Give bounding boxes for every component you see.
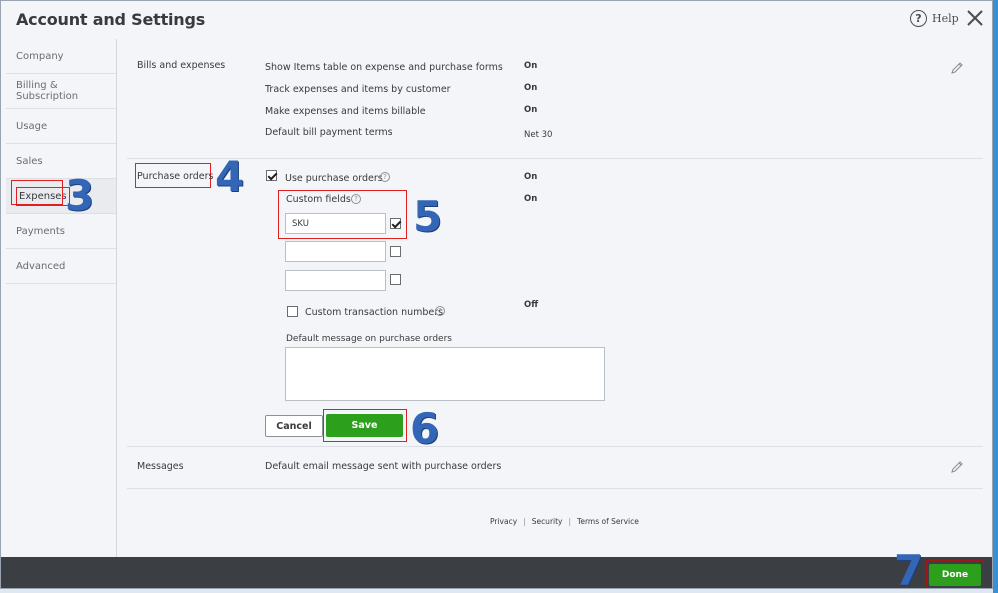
close-icon[interactable] (965, 8, 985, 28)
settings-content: Bills and expenses Show Items table on e… (127, 39, 983, 557)
step-number-6: 6 (410, 404, 440, 453)
custom-txn-value: Off (524, 300, 539, 310)
help-icon: ? (910, 10, 927, 27)
bills-row-label: Make expenses and items billable (265, 106, 426, 117)
bills-row-label: Show Items table on expense and purchase… (265, 62, 503, 73)
sidebar-item-billing[interactable]: Billing & Subscription (6, 74, 116, 109)
step-number-4: 4 (215, 152, 245, 201)
sidebar-item-company[interactable]: Company (6, 39, 116, 74)
sidebar-item-sales[interactable]: Sales (6, 144, 116, 179)
settings-sidebar: Company Billing & Subscription Usage Sal… (6, 39, 117, 557)
messages-section: Messages Default email message sent with… (127, 447, 983, 489)
messages-row-label: Default email message sent with purchase… (265, 461, 502, 472)
custom-fields-label: Custom fields (286, 194, 351, 205)
default-message-label: Default message on purchase orders (286, 334, 452, 344)
bills-row-label: Default bill payment terms (265, 127, 393, 138)
link-separator: | (568, 517, 572, 526)
page-title: Account and Settings (16, 10, 206, 29)
security-link[interactable]: Security (532, 517, 563, 526)
custom-txn-label: Custom transaction numbers (305, 307, 444, 318)
bills-row-label: Track expenses and items by customer (265, 84, 451, 95)
bills-row-value: On (524, 83, 538, 93)
bills-row-value: On (524, 105, 538, 115)
purchase-orders-section (127, 159, 983, 447)
custom-txn-checkbox[interactable] (287, 306, 298, 317)
use-po-value: On (524, 172, 538, 182)
custom-field-checkbox[interactable] (390, 246, 401, 257)
custom-field-checkbox[interactable] (390, 218, 401, 229)
step-number-3: 3 (65, 171, 95, 220)
bills-row-value: On (524, 61, 538, 71)
default-message-textarea[interactable] (285, 347, 605, 401)
custom-field-checkbox[interactable] (390, 274, 401, 285)
cancel-button[interactable]: Cancel (265, 415, 323, 437)
dialog-header: Account and Settings ? Help (1, 1, 992, 39)
window-edge (993, 0, 998, 593)
help-label: Help (932, 12, 959, 25)
help-button[interactable]: ? Help (910, 10, 959, 27)
sidebar-item-payments[interactable]: Payments (6, 214, 116, 249)
edit-pencil-icon[interactable] (950, 61, 964, 75)
custom-field-input[interactable] (285, 241, 386, 262)
use-po-checkbox[interactable] (266, 170, 277, 181)
info-icon[interactable]: ? (380, 172, 390, 182)
annotation-box (11, 180, 63, 205)
purchase-orders-title: Purchase orders (137, 171, 214, 182)
save-button[interactable]: Save (326, 414, 403, 437)
edit-pencil-icon[interactable] (950, 460, 964, 474)
use-po-label: Use purchase orders (285, 173, 383, 184)
footer-bar (1, 557, 992, 588)
custom-field-input[interactable] (285, 270, 386, 291)
done-button[interactable]: Done (929, 564, 981, 586)
info-icon[interactable]: ? (351, 194, 361, 204)
step-number-7: 7 (894, 546, 924, 589)
custom-fields-value: On (524, 194, 538, 204)
sidebar-item-usage[interactable]: Usage (6, 109, 116, 144)
bills-row-value: Net 30 (524, 130, 553, 140)
privacy-link[interactable]: Privacy (490, 517, 517, 526)
sidebar-item-advanced[interactable]: Advanced (6, 249, 116, 284)
messages-title: Messages (137, 461, 184, 472)
bills-section: Bills and expenses Show Items table on e… (127, 39, 983, 159)
bills-section-title: Bills and expenses (137, 60, 226, 71)
terms-link[interactable]: Terms of Service (577, 517, 639, 526)
info-icon[interactable]: ? (435, 306, 445, 316)
settings-dialog: Account and Settings ? Help Company Bill… (0, 0, 993, 589)
footer-links: Privacy | Security | Terms of Service (490, 517, 639, 526)
custom-field-input[interactable] (285, 213, 386, 234)
step-number-5: 5 (413, 192, 443, 241)
link-separator: | (523, 517, 526, 526)
